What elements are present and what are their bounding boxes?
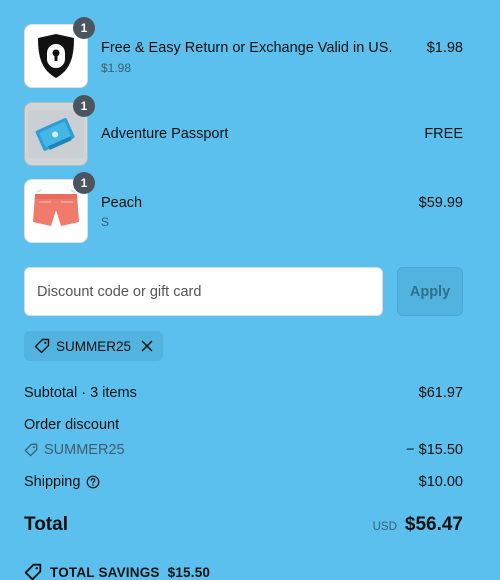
item-name: Peach (101, 195, 143, 211)
item-name: Adventure Passport (101, 126, 229, 142)
product-thumbnail: 1 (24, 17, 95, 88)
quantity-badge: 1 (73, 17, 95, 39)
item-price: FREE (424, 126, 463, 142)
discount-code-label: SUMMER25 (44, 442, 125, 458)
subtotal-value: $61.97 (418, 385, 463, 401)
total-savings: TOTAL SAVINGS $15.50 (24, 563, 210, 580)
tag-icon (24, 443, 38, 457)
item-variant: S (101, 215, 110, 229)
quantity-badge: 1 (73, 172, 95, 194)
item-variant: $1.98 (101, 61, 132, 75)
line-item: 1 Peach S $59.99 (24, 172, 463, 243)
applied-code-tag: SUMMER25 (24, 331, 164, 361)
total-value: $56.47 (404, 514, 463, 535)
passport-image (28, 110, 84, 158)
discount-value: − $15.50 (406, 442, 463, 458)
savings-value: $15.50 (167, 564, 211, 580)
item-price: $1.98 (426, 40, 463, 56)
savings-label: TOTAL SAVINGS (50, 564, 160, 580)
tag-icon (24, 563, 42, 580)
product-thumbnail: 1 (24, 172, 95, 243)
help-icon[interactable] (86, 475, 100, 489)
discount-code-input[interactable] (24, 267, 383, 316)
order-summary: 1 Free & Easy Return or Exchange Valid i… (0, 0, 500, 580)
total-amount-group: USD $56.47 (373, 514, 463, 536)
shipping-row: Shipping $10.00 (24, 474, 463, 490)
order-discount-label: Order discount (24, 417, 120, 433)
tag-icon (34, 338, 50, 354)
product-thumbnail: 1 (24, 95, 95, 166)
subtotal-label: Subtotal · 3 items (24, 385, 137, 401)
applied-code-label: SUMMER25 (56, 338, 132, 354)
shipping-label-group: Shipping (24, 474, 463, 490)
shipping-value: $10.00 (418, 474, 463, 490)
discount-code-row: SUMMER25 − $15.50 (24, 442, 463, 458)
quantity-badge: 1 (73, 95, 95, 117)
shield-lock-icon (38, 34, 74, 78)
item-price: $59.99 (418, 195, 463, 211)
total-label: Total (24, 514, 68, 535)
discount-code-display: SUMMER25 (24, 442, 463, 458)
subtotal-row: Subtotal · 3 items $61.97 (24, 385, 463, 401)
shipping-label: Shipping (24, 474, 81, 490)
apply-button[interactable]: Apply (397, 267, 463, 316)
line-item: 1 Adventure Passport FREE (24, 95, 463, 166)
item-name: Free & Easy Return or Exchange Valid in … (101, 40, 393, 56)
order-discount-row: Order discount (24, 417, 463, 433)
close-icon (141, 340, 153, 352)
remove-code-button[interactable] (141, 340, 153, 352)
swim-shorts-image (33, 189, 79, 226)
line-item: 1 Free & Easy Return or Exchange Valid i… (24, 17, 463, 88)
currency-code: USD (372, 521, 397, 533)
